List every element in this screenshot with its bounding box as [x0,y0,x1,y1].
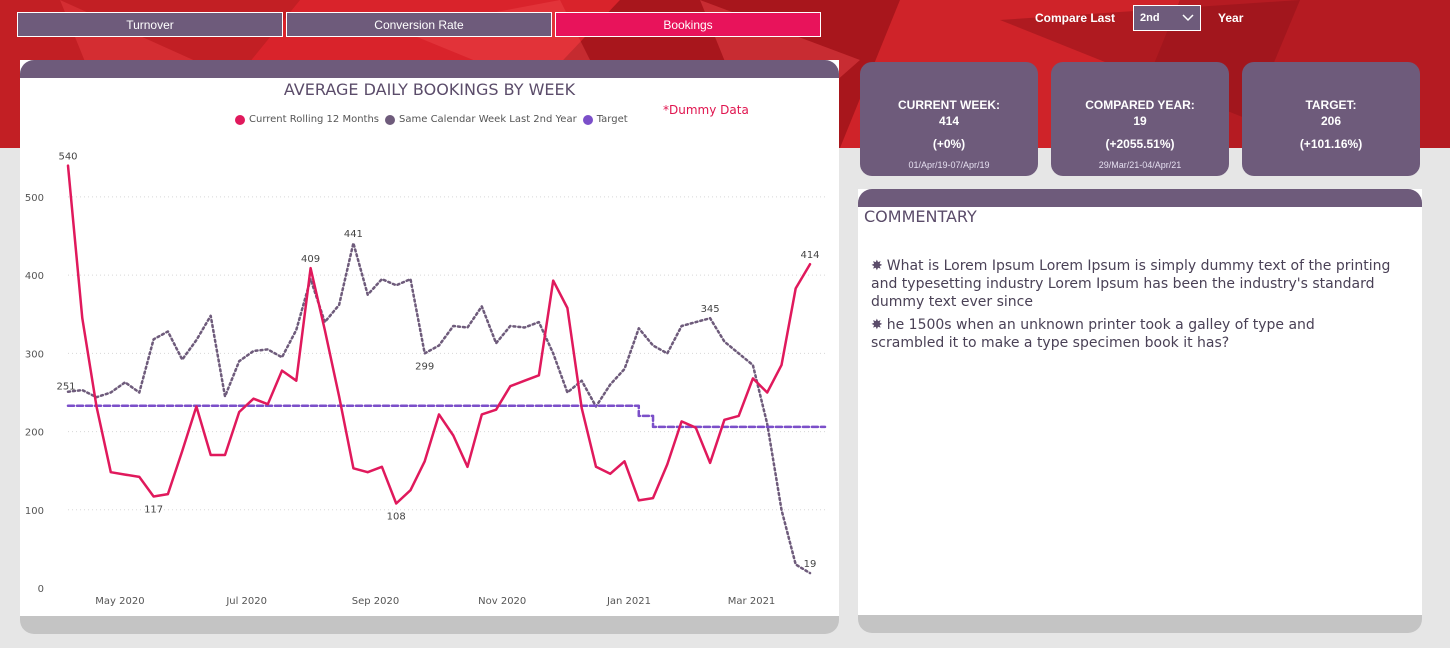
kpi-change: (+2055.51%) [1105,137,1175,151]
series-line-last-year [66,241,812,575]
y-tick-label: 200 [25,428,44,439]
panel-footer-bar [858,615,1422,633]
kpi-target: TARGET: 206 (+101.16%) [1242,62,1420,176]
data-label: 108 [387,512,406,523]
chevron-down-icon [1182,14,1194,22]
x-tick-label: Nov 2020 [478,596,526,607]
kpi-change: (+0%) [932,137,966,151]
y-tick-label: 500 [25,193,44,204]
data-label: 414 [800,250,819,261]
x-tick-label: Jan 2021 [606,596,651,607]
compare-year-value: 2nd [1140,12,1160,24]
kpi-value: 206 [1320,114,1342,128]
data-label: 540 [58,152,77,163]
data-label: 441 [344,229,363,240]
series-line-current [66,164,812,505]
compare-control: Compare Last 2nd Year [1035,5,1243,31]
data-label: 117 [144,504,163,515]
panel-header-bar [858,189,1422,207]
kpi-value: 414 [938,114,960,128]
tab-turnover[interactable]: Turnover [17,12,283,37]
kpi-change: (+101.16%) [1299,137,1363,151]
x-tick-label: Mar 2021 [728,596,776,607]
data-label: 251 [56,382,75,393]
data-label: 409 [301,254,320,265]
tab-conversion-rate[interactable]: Conversion Rate [286,12,552,37]
kpi-date-range: 29/Mar/21-04/Apr/21 [1098,160,1182,170]
panel-footer-bar [20,616,839,634]
x-tick-label: Sep 2020 [352,596,399,607]
commentary-bullet: ✸ What is Lorem Ipsum Lorem Ipsum is simp… [871,257,1391,311]
commentary-bullet: ✸ he 1500s when an unknown printer took a… [871,316,1391,352]
data-label: 345 [701,304,720,315]
y-tick-label: 100 [25,506,44,517]
compare-suffix-label: Year [1218,11,1244,25]
kpi-label: COMPARED YEAR: [1085,98,1195,112]
commentary-text: he 1500s when an unknown printer took a … [871,317,1315,351]
kpi-value: 19 [1133,114,1147,128]
compare-prefix-label: Compare Last [1035,11,1116,25]
y-tick-label: 300 [25,349,44,360]
kpi-current-week: CURRENT WEEK: 414 (+0%) 01/Apr/19-07/Apr… [860,62,1038,176]
commentary-body: ✸ What is Lorem Ipsum Lorem Ipsum is simp… [871,257,1391,357]
compare-year-dropdown[interactable]: 2nd [1133,5,1202,31]
commentary-text: What is Lorem Ipsum Lorem Ipsum is simpl… [871,258,1391,310]
bookings-chart-panel: AVERAGE DAILY BOOKINGS BY WEEK *Dummy Da… [20,60,839,634]
tab-bookings[interactable]: Bookings [555,12,821,37]
y-tick-label: 400 [25,271,44,282]
line-chart: 0 100 200 300 400 500 May 2020 Jul 2020 Sep 2020… [25,152,827,607]
kpi-label: CURRENT WEEK: [898,98,1000,112]
metric-tabs: Turnover Conversion Rate Bookings [17,12,821,37]
commentary-panel: COMMENTARY ✸ What is Lorem Ipsum Lorem Ip… [858,189,1422,633]
kpi-compared-year: COMPARED YEAR: 19 (+2055.51%) 29/Mar/21-… [1051,62,1229,176]
x-tick-label: Jul 2020 [225,596,267,607]
commentary-title: COMMENTARY [864,207,977,226]
star-icon: ✸ [871,317,883,333]
data-label: 299 [415,361,434,372]
kpi-label: TARGET: [1305,98,1357,112]
y-tick-label: 0 [38,584,44,595]
data-label: 19 [804,559,817,570]
kpi-date-range: 01/Apr/19-07/Apr/19 [908,160,990,170]
x-tick-label: May 2020 [95,596,144,607]
star-icon: ✸ [871,258,883,274]
